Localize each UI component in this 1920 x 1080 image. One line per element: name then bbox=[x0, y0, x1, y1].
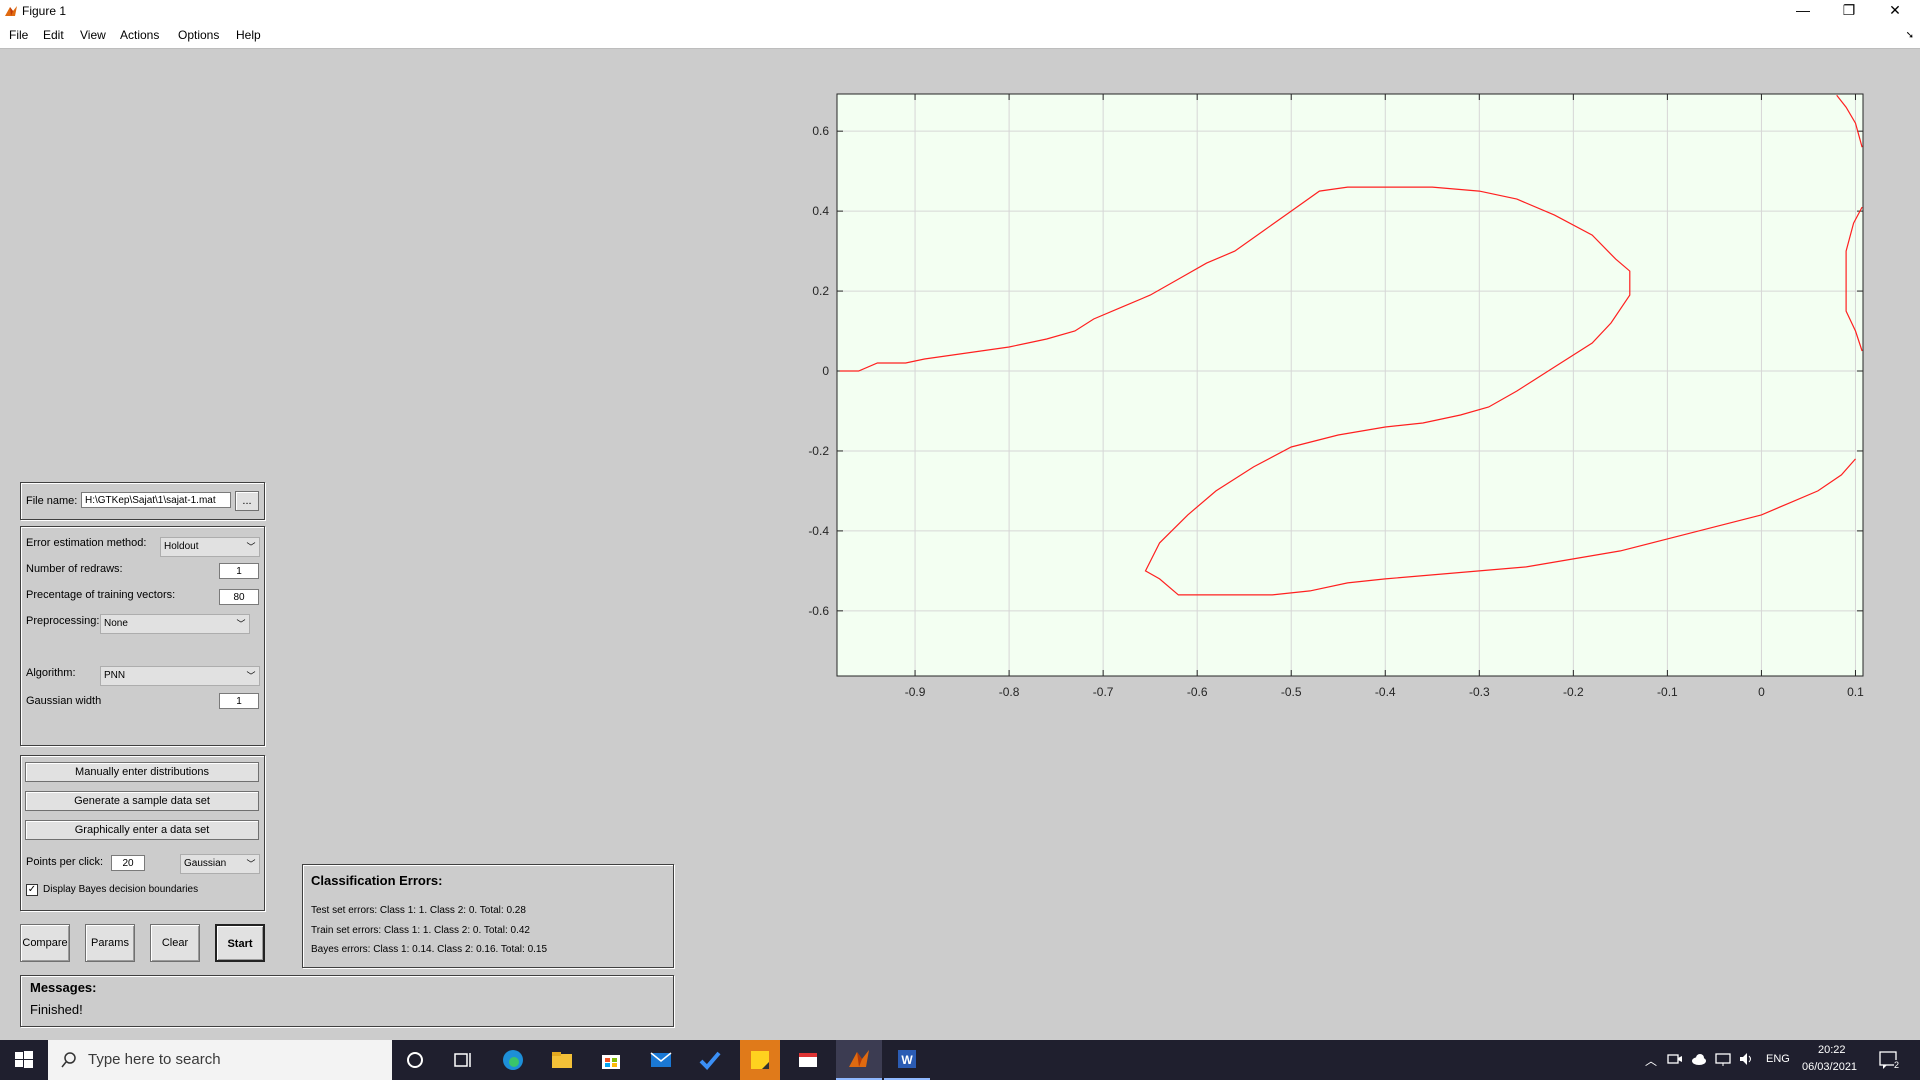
decision-boundary-plot[interactable]: -0.9 -0.8 -0.7 -0.6 -0.5 -0.4 -0.3 -0.2 -0.1 0 0.1… bbox=[0, 0, 1920, 1040]
store-icon[interactable] bbox=[599, 1048, 623, 1072]
x-tick-label: -0.7 bbox=[1093, 685, 1114, 699]
x-tick-label: -0.3 bbox=[1469, 685, 1490, 699]
network-icon[interactable] bbox=[1714, 1050, 1732, 1068]
todo-icon[interactable] bbox=[698, 1048, 722, 1072]
clock-time[interactable]: 20:22 bbox=[1818, 1044, 1846, 1056]
x-tick-label: -0.5 bbox=[1281, 685, 1302, 699]
y-tick-label: -0.2 bbox=[808, 444, 829, 458]
x-tick-label: -0.6 bbox=[1187, 685, 1208, 699]
notification-count: 2 bbox=[1894, 1060, 1900, 1070]
x-tick-label: -0.2 bbox=[1563, 685, 1584, 699]
sticky-notes-taskbar-item[interactable] bbox=[740, 1040, 780, 1080]
matlab-taskbar-item[interactable] bbox=[836, 1040, 882, 1080]
taskbar: Type here to search W ︿ ENG 20:22 06/03/… bbox=[0, 1040, 1920, 1080]
x-tick-label: -0.4 bbox=[1375, 685, 1396, 699]
snipping-tool-icon[interactable] bbox=[796, 1048, 820, 1072]
y-tick-label: -0.4 bbox=[808, 524, 829, 538]
x-tick-label: -0.8 bbox=[999, 685, 1020, 699]
cortana-icon[interactable] bbox=[403, 1048, 427, 1072]
plot-area bbox=[837, 94, 1863, 676]
x-tick-label: 0.1 bbox=[1847, 685, 1864, 699]
y-tick-label: 0.4 bbox=[812, 204, 829, 218]
task-view-icon[interactable] bbox=[451, 1048, 475, 1072]
search-placeholder: Type here to search bbox=[88, 1051, 221, 1068]
matlab-icon bbox=[849, 1050, 869, 1067]
file-explorer-icon[interactable] bbox=[550, 1048, 574, 1072]
language-indicator[interactable]: ENG bbox=[1766, 1053, 1790, 1065]
word-taskbar-item[interactable]: W bbox=[884, 1040, 930, 1080]
sticky-notes-icon bbox=[751, 1051, 769, 1069]
y-tick-label: -0.6 bbox=[808, 604, 829, 618]
x-tick-label: -0.9 bbox=[905, 685, 926, 699]
x-tick-label: -0.1 bbox=[1657, 685, 1678, 699]
windows-start-icon[interactable] bbox=[12, 1048, 36, 1072]
volume-icon[interactable] bbox=[1738, 1050, 1756, 1068]
meet-now-icon[interactable] bbox=[1666, 1050, 1684, 1068]
y-tick-label: 0 bbox=[822, 364, 829, 378]
taskbar-search-box[interactable]: Type here to search bbox=[48, 1040, 392, 1080]
onedrive-icon[interactable] bbox=[1690, 1050, 1708, 1068]
svg-text:W: W bbox=[901, 1053, 913, 1067]
y-tick-label: 0.6 bbox=[812, 124, 829, 138]
word-icon: W bbox=[898, 1050, 916, 1068]
x-tick-label: 0 bbox=[1758, 685, 1765, 699]
edge-icon[interactable] bbox=[501, 1048, 525, 1072]
search-icon bbox=[61, 1052, 76, 1068]
mail-icon[interactable] bbox=[649, 1048, 673, 1072]
clock-date[interactable]: 06/03/2021 bbox=[1802, 1061, 1857, 1073]
y-tick-label: 0.2 bbox=[812, 284, 829, 298]
chevron-up-icon[interactable]: ︿ bbox=[1645, 1052, 1657, 1069]
